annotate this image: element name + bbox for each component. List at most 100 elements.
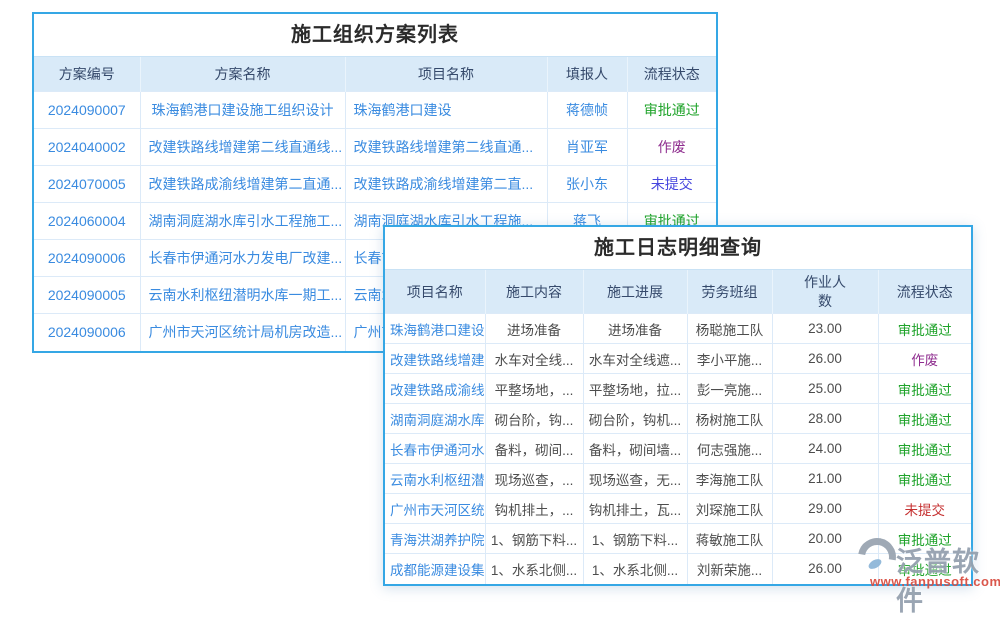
cell-project-name[interactable]: 珠海鹤港口建设 [345,92,547,129]
table-row: 改建铁路成渝线增建平整场地，...平整场地，拉...彭一亮施...25.00审批… [385,374,971,404]
column-header-label: 填报人 [566,66,608,82]
cell-project-name[interactable]: 改建铁路成渝线增建第二直... [345,166,547,203]
cell-flow-status: 作废 [878,344,971,374]
table-row: 2024070005改建铁路成渝线增建第二直通...改建铁路成渝线增建第二直..… [34,166,716,203]
cell-plan-name[interactable]: 改建铁路成渝线增建第二直通... [140,166,345,203]
cell-labor-team: 刘新荣施... [687,554,772,584]
cell-work-progress: 进场准备 [583,314,687,344]
cell-project-name[interactable]: 改建铁路线增建第二 [385,344,485,374]
cell-plan-name[interactable]: 长春市伊通河水力发电厂改建... [140,240,345,277]
cell-work-content: 现场巡查，... [485,464,583,494]
cell-flow-status: 审批通过 [627,92,716,129]
cell-labor-team: 刘琛施工队 [687,494,772,524]
table-row: 改建铁路线增建第二水车对全线...水车对全线遮...李小平施...26.00作废 [385,344,971,374]
cell-project-name[interactable]: 长春市伊通河水力发 [385,434,485,464]
cell-work-progress: 水车对全线遮... [583,344,687,374]
cell-worker-count: 23.00 [772,314,878,344]
column-header-project-name: 项目名称 [385,270,485,314]
column-header-plan-name: 方案名称 [140,57,345,92]
cell-plan-id[interactable]: 2024070005 [34,166,140,203]
cell-labor-team: 何志强施... [687,434,772,464]
cell-work-content: 钩机排土，... [485,494,583,524]
cell-worker-count: 26.00 [772,344,878,374]
column-header-label: 方案编号 [59,66,115,82]
column-header-plan-id: 方案编号 [34,57,140,92]
cell-work-progress: 砌台阶，钩机... [583,404,687,434]
cell-work-progress: 现场巡查，无... [583,464,687,494]
cell-work-progress: 备料，砌间墙... [583,434,687,464]
cell-plan-name[interactable]: 湖南洞庭湖水库引水工程施工... [140,203,345,240]
cell-work-progress: 平整场地，拉... [583,374,687,404]
table-row: 云南水利枢纽潜明水现场巡查，...现场巡查，无...李海施工队21.00审批通过 [385,464,971,494]
cell-labor-team: 杨聪施工队 [687,314,772,344]
cell-submitter[interactable]: 蒋德帧 [547,92,627,129]
cell-plan-id[interactable]: 2024090007 [34,92,140,129]
cell-work-content: 备料，砌间... [485,434,583,464]
cell-work-content: 1、钢筋下料... [485,524,583,554]
cell-project-name[interactable]: 湖南洞庭湖水库引水 [385,404,485,434]
column-header-label: 施工进展 [607,284,663,300]
table-row: 2024090007珠海鹤港口建设施工组织设计珠海鹤港口建设蒋德帧审批通过 [34,92,716,129]
column-header-label: 劳务班组 [702,284,758,300]
cell-worker-count: 21.00 [772,464,878,494]
cell-project-name[interactable]: 改建铁路成渝线增建 [385,374,485,404]
cell-flow-status: 审批通过 [878,374,971,404]
table-row: 广州市天河区统计局钩机排土，...钩机排土，瓦...刘琛施工队29.00未提交 [385,494,971,524]
cell-flow-status: 审批通过 [878,404,971,434]
plan-list-title: 施工组织方案列表 [34,14,716,56]
column-header-work-progress: 施工进展 [583,270,687,314]
cell-labor-team: 李海施工队 [687,464,772,494]
cell-plan-id[interactable]: 2024090005 [34,277,140,314]
column-header-label: 流程状态 [644,66,700,82]
column-header-work-content: 施工内容 [485,270,583,314]
cell-flow-status: 审批通过 [878,434,971,464]
cell-labor-team: 李小平施... [687,344,772,374]
cell-work-content: 水车对全线... [485,344,583,374]
cell-worker-count: 29.00 [772,494,878,524]
cell-flow-status: 审批通过 [878,464,971,494]
column-header-label: 项目名称 [418,66,474,82]
cell-plan-name[interactable]: 珠海鹤港口建设施工组织设计 [140,92,345,129]
header-row: 项目名称施工内容施工进展劳务班组作业人数流程状态 [385,270,971,314]
cell-submitter[interactable]: 张小东 [547,166,627,203]
cell-plan-name[interactable]: 广州市天河区统计局机房改造... [140,314,345,351]
vendor-url: www.fanpusoft.com [870,574,998,589]
column-header-label: 项目名称 [407,284,463,300]
cell-flow-status: 审批通过 [878,314,971,344]
column-header-label: 施工内容 [506,284,562,300]
cell-work-content: 进场准备 [485,314,583,344]
table-row: 2024040002改建铁路线增建第二线直通线...改建铁路线增建第二线直通..… [34,129,716,166]
log-query-table-card: 施工日志明细查询 项目名称施工内容施工进展劳务班组作业人数流程状态珠海鹤港口建设… [383,225,973,586]
column-header-submitter: 填报人 [547,57,627,92]
column-header-flow-status: 流程状态 [627,57,716,92]
cell-project-name[interactable]: 云南水利枢纽潜明水 [385,464,485,494]
cell-work-progress: 1、钢筋下料... [583,524,687,554]
column-header-label: 流程状态 [897,284,953,300]
cell-project-name[interactable]: 成都能源建设集团项 [385,554,485,584]
table-row: 长春市伊通河水力发备料，砌间...备料，砌间墙...何志强施...24.00审批… [385,434,971,464]
cell-work-content: 1、水系北侧... [485,554,583,584]
table-row: 珠海鹤港口建设进场准备进场准备杨聪施工队23.00审批通过 [385,314,971,344]
cell-flow-status: 未提交 [878,494,971,524]
cell-plan-id[interactable]: 2024040002 [34,129,140,166]
cell-work-content: 平整场地，... [485,374,583,404]
cell-plan-id[interactable]: 2024060004 [34,203,140,240]
cell-work-progress: 钩机排土，瓦... [583,494,687,524]
cell-project-name[interactable]: 青海洪湖养护院项目 [385,524,485,554]
cell-plan-name[interactable]: 云南水利枢纽潜明水库一期工... [140,277,345,314]
cell-work-content: 砌台阶，钩... [485,404,583,434]
column-header-label: 方案名称 [215,66,271,82]
cell-project-name[interactable]: 改建铁路线增建第二线直通... [345,129,547,166]
cell-plan-id[interactable]: 2024090006 [34,314,140,351]
cell-project-name[interactable]: 广州市天河区统计局 [385,494,485,524]
cell-plan-id[interactable]: 2024090006 [34,240,140,277]
cell-flow-status: 未提交 [627,166,716,203]
cell-labor-team: 彭一亮施... [687,374,772,404]
column-header-project-name: 项目名称 [345,57,547,92]
cell-worker-count: 28.00 [772,404,878,434]
log-query-title: 施工日志明细查询 [385,227,971,269]
cell-plan-name[interactable]: 改建铁路线增建第二线直通线... [140,129,345,166]
log-query-table: 项目名称施工内容施工进展劳务班组作业人数流程状态珠海鹤港口建设进场准备进场准备杨… [385,269,971,584]
cell-submitter[interactable]: 肖亚军 [547,129,627,166]
cell-project-name[interactable]: 珠海鹤港口建设 [385,314,485,344]
